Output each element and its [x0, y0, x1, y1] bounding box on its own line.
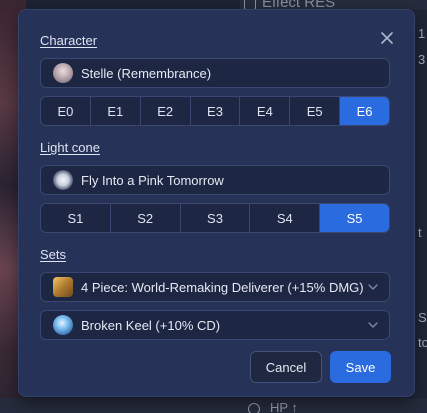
character-select[interactable]: Stelle (Remembrance) [40, 58, 390, 88]
background-edge-text: 1 [418, 26, 426, 41]
superimposition-option[interactable]: S3 [179, 204, 250, 232]
eidolon-option[interactable]: E3 [189, 97, 240, 125]
character-section-label: Character [40, 33, 98, 48]
character-select-value: Stelle (Remembrance) [81, 65, 212, 81]
cancel-button[interactable]: Cancel [250, 351, 322, 383]
eidolon-option[interactable]: E2 [139, 97, 190, 125]
superimposition-option[interactable]: S1 [41, 204, 110, 232]
background-bottom-row [0, 398, 427, 413]
save-button[interactable]: Save [330, 351, 391, 383]
light-cone-select-value: Fly Into a Pink Tomorrow [81, 172, 224, 188]
background-edge-text: 3 [418, 52, 426, 67]
character-avatar [53, 63, 73, 83]
ornament-set-select[interactable]: Broken Keel (+10% CD) [40, 310, 390, 340]
superimposition-option-selected[interactable]: S5 [319, 204, 389, 232]
chevron-down-icon [368, 284, 378, 290]
background-edge-text: t [418, 225, 422, 240]
eidolon-option[interactable]: E0 [41, 97, 90, 125]
superimposition-selector: S1 S2 S3 S4 S5 [40, 203, 390, 233]
eidolon-option[interactable]: E5 [289, 97, 339, 125]
superimposition-option[interactable]: S2 [109, 204, 180, 232]
eidolon-option[interactable]: E4 [239, 97, 289, 125]
eidolon-option-selected[interactable]: E6 [339, 97, 389, 125]
ornament-set-icon [53, 315, 73, 335]
character-settings-dialog: Character Stelle (Remembrance) E0 E1 E2 … [18, 9, 415, 397]
eidolon-option[interactable]: E1 [89, 97, 140, 125]
close-icon[interactable] [379, 30, 395, 46]
background-edge-text: S [418, 310, 427, 325]
relic-set-select-value: 4 Piece: World-Remaking Deliverer (+15% … [81, 279, 364, 295]
relic-set-select[interactable]: 4 Piece: World-Remaking Deliverer (+15% … [40, 272, 390, 302]
hp-icon [248, 403, 260, 413]
light-cone-select[interactable]: Fly Into a Pink Tomorrow [40, 165, 390, 195]
background-hp-label: HP ↑ [270, 400, 298, 413]
ornament-set-select-value: Broken Keel (+10% CD) [81, 317, 221, 333]
sets-section-label: Sets [40, 247, 67, 262]
relic-set-icon [53, 277, 73, 297]
light-cone-section-label: Light cone [40, 140, 100, 155]
eidolon-selector: E0 E1 E2 E3 E4 E5 E6 [40, 96, 390, 126]
superimposition-option[interactable]: S4 [249, 204, 319, 232]
chevron-down-icon [368, 322, 378, 328]
light-cone-icon [53, 170, 73, 190]
background-edge-text: to [418, 335, 427, 350]
